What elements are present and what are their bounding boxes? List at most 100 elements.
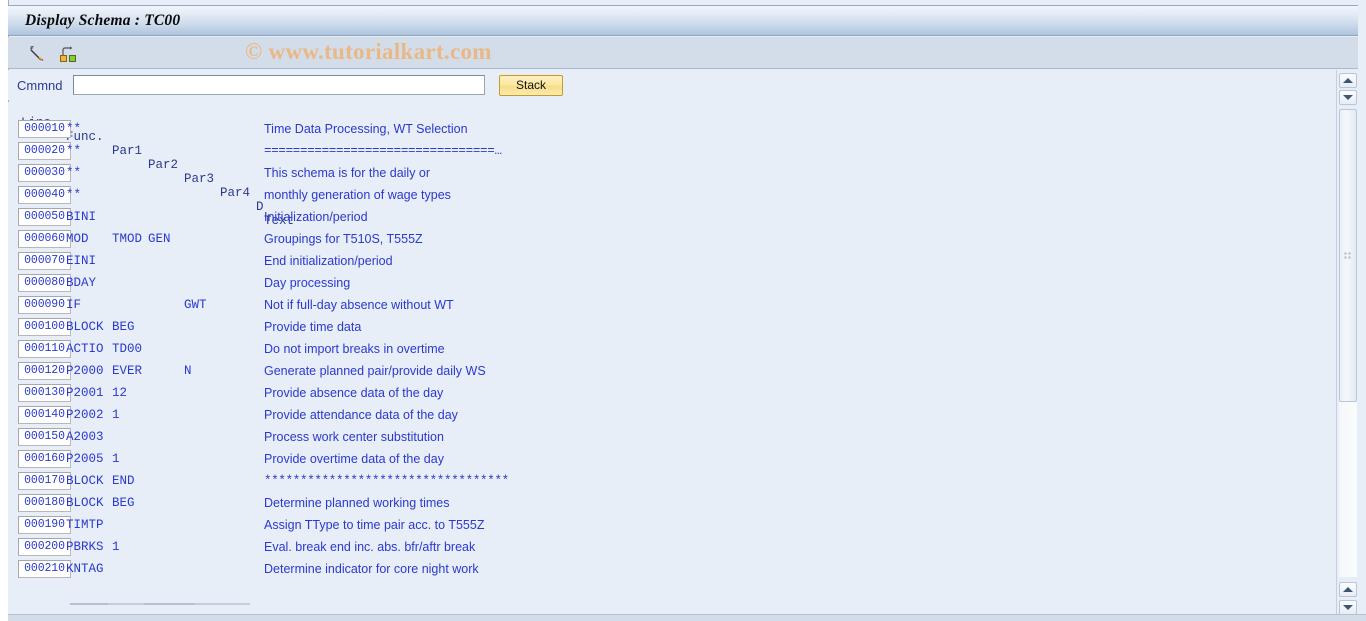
cell-text: Process work center substitution xyxy=(264,430,444,444)
table-row[interactable]: 000130 P2001 12 Provide absence data of the… xyxy=(8,383,1328,405)
table-row[interactable]: 000160 P2005 1 Provide overtime data of the… xyxy=(8,449,1328,471)
object-structure-icon[interactable] xyxy=(57,42,79,64)
cell-text: ********************************** xyxy=(264,474,509,488)
cell-text: monthly generation of wage types xyxy=(264,188,451,202)
cell-function[interactable]: P2002 xyxy=(66,408,104,422)
table-row[interactable]: 000200 PBRKS 1 Eval. break end inc. abs. bf… xyxy=(8,537,1328,559)
table-row[interactable]: 000070 EINI End initialization/period xyxy=(8,251,1328,273)
cell-function[interactable]: BLOCK xyxy=(66,474,104,488)
table-row[interactable]: 000110 ACTIO TD00 Do not import breaks in o… xyxy=(8,339,1328,361)
cell-function[interactable]: A2003 xyxy=(66,430,104,444)
line-number-value: 000020 xyxy=(18,142,71,160)
cell-text: End initialization/period xyxy=(264,254,393,268)
cell-par1[interactable]: TMOD xyxy=(112,232,142,246)
cell-par1[interactable]: EVER xyxy=(112,364,142,378)
cell-text: Provide time data xyxy=(264,320,362,334)
vertical-scrollbar[interactable] xyxy=(1336,70,1358,621)
cell-function[interactable]: BDAY xyxy=(66,276,96,290)
vertical-scrollbar-thumb[interactable] xyxy=(1339,109,1357,402)
line-number-value: 000110 xyxy=(18,340,71,358)
edit-pencil-icon[interactable] xyxy=(25,42,47,64)
line-number-value: 000010 xyxy=(18,120,71,138)
cell-text: Provide absence data of the day xyxy=(264,386,444,400)
cell-par2[interactable]: GEN xyxy=(148,232,171,246)
watermark-text: © www.tutorialkart.com xyxy=(245,39,492,64)
cell-function[interactable]: IF xyxy=(66,298,81,312)
table-row[interactable]: 000150 A2003 Process work center substitut… xyxy=(8,427,1328,449)
cell-text: ================================… xyxy=(264,144,502,158)
cell-par3[interactable]: GWT xyxy=(184,298,207,312)
cell-function[interactable]: ** xyxy=(66,122,81,136)
table-row[interactable]: 000060 MOD TMOD GEN Groupings for T510S, T55… xyxy=(8,229,1328,251)
horizontal-scrollbar-thumb-secondary[interactable] xyxy=(144,603,194,605)
line-number-value: 000140 xyxy=(18,406,71,424)
cell-par1[interactable]: 1 xyxy=(112,452,120,466)
cell-function[interactable]: P2001 xyxy=(66,386,104,400)
table-row[interactable]: 000120 P2000 EVER N Generate planned pair/pr… xyxy=(8,361,1328,383)
table-row[interactable]: 000190 TIMTP Assign TType to time pair acc… xyxy=(8,515,1328,537)
line-number-value: 000080 xyxy=(18,274,71,292)
table-row[interactable]: 000170 BLOCK END **************************… xyxy=(8,471,1328,493)
cell-text: Determine planned working times xyxy=(264,496,450,510)
cell-function[interactable]: PBRKS xyxy=(66,540,104,554)
cell-par1[interactable]: END xyxy=(112,474,135,488)
table-row[interactable]: 000040 ** monthly generation of wage types xyxy=(8,185,1328,207)
table-row[interactable]: 000210 KNTAG Determine indicator for core … xyxy=(8,559,1328,581)
line-number-value: 000150 xyxy=(18,428,71,446)
table-row[interactable]: 000180 BLOCK BEG Determine planned working … xyxy=(8,493,1328,515)
status-bar xyxy=(8,614,1366,621)
line-number-value: 000070 xyxy=(18,252,71,270)
cell-function[interactable]: P2005 xyxy=(66,452,104,466)
command-label: Cmmnd xyxy=(17,77,63,93)
cell-function[interactable]: KNTAG xyxy=(66,562,104,576)
table-row[interactable]: 000090 IF GWT Not if full-day absence witho… xyxy=(8,295,1328,317)
cell-par1[interactable]: 1 xyxy=(112,408,120,422)
table-body: 000010 ** Time Data Processing, WT Selecti… xyxy=(8,119,1328,581)
cell-par1[interactable]: TD00 xyxy=(112,342,142,356)
cell-function[interactable]: EINI xyxy=(66,254,96,268)
cell-function[interactable]: ** xyxy=(66,166,81,180)
cell-par1[interactable]: BEG xyxy=(112,496,135,510)
scroll-down-button[interactable] xyxy=(1339,90,1357,105)
line-number-value: 000130 xyxy=(18,384,71,402)
cell-par1[interactable]: 1 xyxy=(112,540,120,554)
table-row[interactable]: 000030 ** This schema is for the daily or xyxy=(8,163,1328,185)
line-number-value: 000030 xyxy=(18,164,71,182)
scroll-page-up-button[interactable] xyxy=(1339,582,1357,597)
line-number-value: 000090 xyxy=(18,296,71,314)
table-row[interactable]: 000080 BDAY Day processing xyxy=(8,273,1328,295)
cell-function[interactable]: ** xyxy=(66,144,81,158)
cell-function[interactable]: TIMTP xyxy=(66,518,104,532)
cell-function[interactable]: ** xyxy=(66,188,81,202)
table-row[interactable]: 000100 BLOCK BEG Provide time data xyxy=(8,317,1328,339)
cell-function[interactable]: BLOCK xyxy=(66,496,104,510)
cell-par1[interactable]: 12 xyxy=(112,386,127,400)
stack-button[interactable]: Stack xyxy=(499,74,563,96)
table-row[interactable]: 000140 P2002 1 Provide attendance data of t… xyxy=(8,405,1328,427)
scroll-page-down-button[interactable] xyxy=(1339,600,1357,615)
table-row[interactable]: 000020 ** ================================… xyxy=(8,141,1328,163)
scrollbar-grip-icon xyxy=(1344,252,1352,259)
cell-text: Time Data Processing, WT Selection xyxy=(264,122,468,136)
application-toolbar xyxy=(8,37,1358,69)
cell-function[interactable]: MOD xyxy=(66,232,89,246)
line-number-value: 000060 xyxy=(18,230,71,248)
cell-par1[interactable]: BEG xyxy=(112,320,135,334)
cell-text: Provide overtime data of the day xyxy=(264,452,444,466)
cell-function[interactable]: P2000 xyxy=(66,364,104,378)
cell-par3[interactable]: N xyxy=(184,364,192,378)
page-title: Display Schema : TC00 xyxy=(25,11,181,29)
cell-function[interactable]: ACTIO xyxy=(66,342,104,356)
table-row[interactable]: 000010 ** Time Data Processing, WT Selecti… xyxy=(8,119,1328,141)
scroll-up-button[interactable] xyxy=(1339,73,1357,88)
cell-function[interactable]: BINI xyxy=(66,210,96,224)
cell-function[interactable]: BLOCK xyxy=(66,320,104,334)
command-input[interactable] xyxy=(73,75,485,95)
line-number-value: 000180 xyxy=(18,494,71,512)
horizontal-scrollbar-thumb[interactable] xyxy=(70,603,108,605)
sap-gui-window: Display Schema : TC00 © www.tutorialkart… xyxy=(0,0,1366,621)
cell-text: Generate planned pair/provide daily WS xyxy=(264,364,486,378)
cell-text: Provide attendance data of the day xyxy=(264,408,458,422)
horizontal-scrollbar[interactable] xyxy=(8,594,1328,614)
table-row[interactable]: 000050 BINI Initialization/period xyxy=(8,207,1328,229)
